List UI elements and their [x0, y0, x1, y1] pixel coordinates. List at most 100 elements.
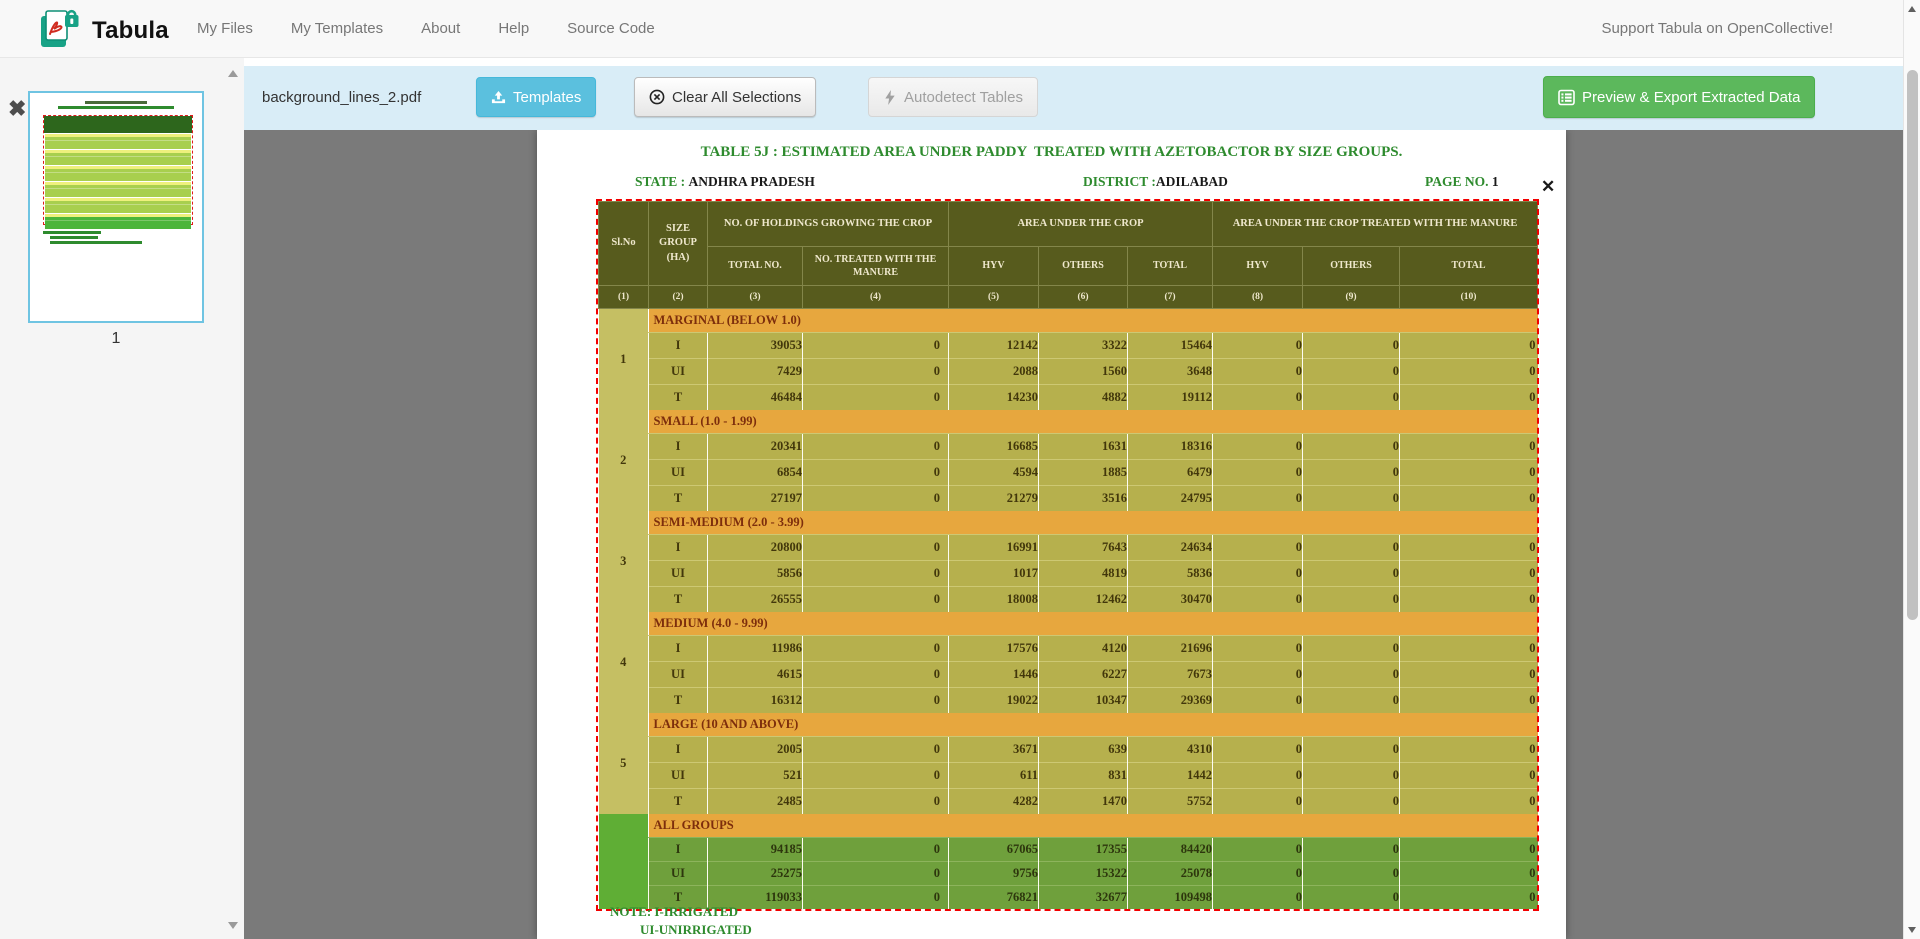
nav-link-about[interactable]: About — [402, 0, 479, 58]
value-cell: 0 — [1303, 333, 1400, 359]
value-cell: 0 — [1303, 688, 1400, 714]
value-cell: 4120 — [1039, 636, 1128, 662]
value-cell: 76821 — [949, 886, 1039, 910]
slno-cell: 2 — [599, 410, 649, 511]
scroll-up-icon[interactable] — [1908, 6, 1916, 12]
value-cell: 0 — [1400, 587, 1538, 613]
upload-icon — [491, 90, 506, 105]
value-cell: 16991 — [949, 535, 1039, 561]
brand[interactable]: Tabula — [40, 8, 169, 53]
value-cell: 20800 — [708, 535, 803, 561]
scrollbar-thumb[interactable] — [1907, 70, 1918, 620]
value-cell: 109498 — [1128, 886, 1213, 910]
table-row: T46484014230488219112000 — [599, 385, 1538, 411]
col-header: AREA UNDER THE CROP — [949, 202, 1213, 247]
value-cell: 0 — [1400, 737, 1538, 763]
value-cell: 15322 — [1039, 862, 1128, 886]
pdf-page[interactable]: TABLE 5J : ESTIMATED AREA UNDER PADDY TR… — [537, 130, 1566, 939]
value-cell: 12462 — [1039, 587, 1128, 613]
value-cell: 0 — [1400, 838, 1538, 862]
value-cell: 9756 — [949, 862, 1039, 886]
value-cell: 0 — [1213, 359, 1303, 385]
col-header: NO. OF HOLDINGS GROWING THE CROP — [708, 202, 949, 247]
top-navbar: Tabula My Files My Templates About Help … — [0, 0, 1903, 58]
value-cell: 0 — [1400, 886, 1538, 910]
templates-button[interactable]: Templates — [476, 77, 596, 117]
value-cell: 17576 — [949, 636, 1039, 662]
toolbar: background_lines_2.pdf Templates — [244, 66, 1903, 130]
value-cell: 27197 — [708, 486, 803, 512]
slno-cell: 3 — [599, 511, 649, 612]
clear-all-selections-button[interactable]: Clear All Selections — [634, 77, 816, 117]
value-cell: 0 — [1213, 662, 1303, 688]
table-selection-area[interactable]: Sl.No SIZE GROUP (HA) NO. OF HOLDINGS GR… — [598, 201, 1537, 909]
row-type-cell: I — [649, 333, 708, 359]
value-cell: 2005 — [708, 737, 803, 763]
col-number: (4) — [803, 286, 949, 309]
table-row: UI68540459418856479000 — [599, 460, 1538, 486]
value-cell: 0 — [1303, 737, 1400, 763]
value-cell: 12142 — [949, 333, 1039, 359]
value-cell: 0 — [1400, 359, 1538, 385]
value-cell: 21279 — [949, 486, 1039, 512]
nav-link-help[interactable]: Help — [479, 0, 548, 58]
page-thumbnail-sidebar: ✖ 1 — [0, 58, 244, 939]
brand-title[interactable]: Tabula — [92, 17, 169, 45]
value-cell: 0 — [1213, 385, 1303, 411]
value-cell: 0 — [1400, 862, 1538, 886]
col-header: OTHERS — [1039, 247, 1128, 286]
support-link[interactable]: Support Tabula on OpenCollective! — [1601, 0, 1833, 58]
thumbnail-minitable — [43, 115, 193, 225]
doc-note: NOTE: I-IRRIGATED UI-UNIRRIGATED — [610, 903, 752, 939]
col-number: (9) — [1303, 286, 1400, 309]
group-label-cell: LARGE (10 AND ABOVE) — [649, 713, 1538, 737]
value-cell: 0 — [1213, 862, 1303, 886]
thumbnail-decoration — [45, 145, 191, 148]
value-cell: 0 — [1400, 486, 1538, 512]
main-content: background_lines_2.pdf Templates — [244, 58, 1903, 939]
table-row: I39053012142332215464000 — [599, 333, 1538, 359]
value-cell: 0 — [803, 587, 949, 613]
value-cell: 46484 — [708, 385, 803, 411]
value-cell: 0 — [1303, 535, 1400, 561]
value-cell: 19022 — [949, 688, 1039, 714]
nav-link-my-files[interactable]: My Files — [178, 0, 272, 58]
row-type-cell: I — [649, 434, 708, 460]
col-header: AREA UNDER THE CROP TREATED WITH THE MAN… — [1213, 202, 1538, 247]
value-cell: 0 — [803, 434, 949, 460]
value-cell: 0 — [1400, 460, 1538, 486]
value-cell: 0 — [803, 662, 949, 688]
value-cell: 3648 — [1128, 359, 1213, 385]
value-cell: 0 — [1400, 561, 1538, 587]
table-row: T27197021279351624795000 — [599, 486, 1538, 512]
nav-link-my-templates[interactable]: My Templates — [272, 0, 402, 58]
value-cell: 24634 — [1128, 535, 1213, 561]
selection-close-icon[interactable]: ✕ — [1541, 178, 1555, 195]
value-cell: 25078 — [1128, 862, 1213, 886]
value-cell: 0 — [1213, 789, 1303, 815]
autodetect-tables-button[interactable]: Autodetect Tables — [868, 77, 1038, 117]
preview-export-button[interactable]: Preview & Export Extracted Data — [1543, 76, 1815, 118]
value-cell: 0 — [803, 535, 949, 561]
slno-cell — [599, 814, 649, 909]
value-cell: 0 — [1303, 434, 1400, 460]
delete-page-icon[interactable]: ✖ — [8, 98, 26, 120]
col-number: (10) — [1400, 286, 1538, 309]
value-cell: 7643 — [1039, 535, 1128, 561]
sidebar-scroll-up-icon[interactable] — [228, 70, 238, 77]
value-cell: 0 — [1213, 763, 1303, 789]
scroll-down-icon[interactable] — [1908, 927, 1916, 933]
window-scrollbar — [1903, 0, 1920, 939]
value-cell: 1560 — [1039, 359, 1128, 385]
page-thumbnail[interactable] — [28, 91, 204, 323]
nav-link-source-code[interactable]: Source Code — [548, 0, 674, 58]
col-header: OTHERS — [1303, 247, 1400, 286]
value-cell: 4615 — [708, 662, 803, 688]
row-type-cell: T — [649, 385, 708, 411]
value-cell: 0 — [1400, 636, 1538, 662]
value-cell: 0 — [1213, 886, 1303, 910]
sidebar-scroll-down-icon[interactable] — [228, 922, 238, 929]
slno-cell: 1 — [599, 309, 649, 411]
value-cell: 67065 — [949, 838, 1039, 862]
value-cell: 0 — [803, 886, 949, 910]
